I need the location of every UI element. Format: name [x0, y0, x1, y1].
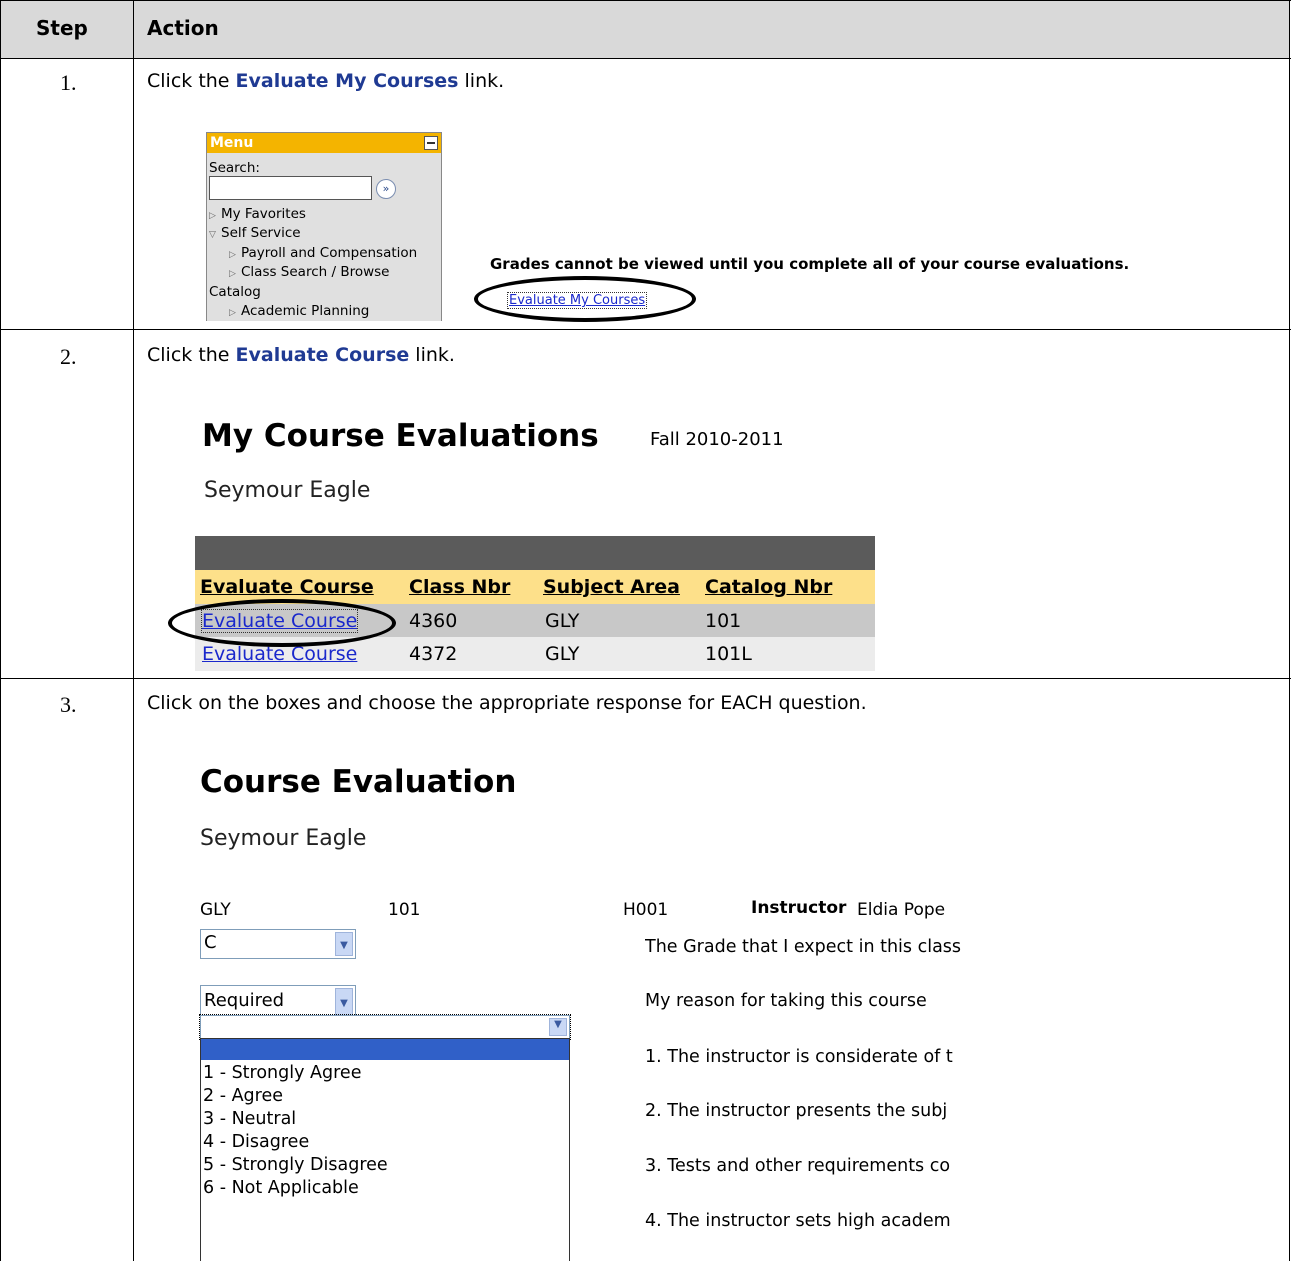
- menu-panel: Menu Search: » ▷ My Favorites ▽ Self Servi…: [206, 132, 442, 321]
- page-title: Course Evaluation: [200, 764, 517, 800]
- reason-select[interactable]: Required ▼: [200, 985, 356, 1019]
- triangle-right-icon: ▷: [209, 211, 216, 221]
- go-icon[interactable]: »: [376, 179, 396, 199]
- student-name: Seymour Eagle: [200, 826, 367, 851]
- menu-item-catalog[interactable]: Catalog: [209, 284, 261, 300]
- catalog-nbr: 101: [705, 610, 742, 632]
- chevron-down-icon[interactable]: ▼: [549, 1018, 567, 1036]
- menu-title-bar: Menu: [207, 133, 441, 153]
- subject-area: GLY: [545, 643, 580, 665]
- action-column-header: Action: [147, 16, 219, 40]
- triangle-right-icon: ▷: [229, 250, 236, 260]
- triangle-down-icon: ▽: [209, 230, 216, 240]
- column-header[interactable]: Subject Area: [543, 576, 680, 598]
- grade-select[interactable]: C ▼: [200, 929, 356, 959]
- dropdown-item-blank[interactable]: [201, 1039, 569, 1060]
- question-label: 4. The instructor sets high academ: [645, 1211, 951, 1231]
- link-name: Evaluate My Courses: [235, 70, 459, 92]
- table-row-divider: [0, 58, 1291, 59]
- search-label: Search:: [209, 160, 260, 176]
- subject-value: GLY: [200, 900, 231, 920]
- chevron-down-icon[interactable]: ▼: [335, 932, 353, 956]
- section-value: H001: [623, 900, 669, 920]
- triangle-right-icon: ▷: [229, 308, 236, 318]
- menu-item-self-service[interactable]: ▽ Self Service: [209, 225, 301, 243]
- table-column-divider: [133, 0, 134, 1261]
- menu-title: Menu: [210, 135, 254, 151]
- dropdown-item[interactable]: 3 - Neutral: [201, 1108, 569, 1131]
- dropdown-list: 1 - Strongly Agree 2 - Agree 3 - Neutral…: [200, 1038, 570, 1261]
- dropdown-item[interactable]: 1 - Strongly Agree: [201, 1062, 569, 1085]
- menu-item-payroll[interactable]: ▷ Payroll and Compensation: [229, 245, 417, 263]
- highlight-ellipse: [168, 599, 396, 647]
- column-header[interactable]: Class Nbr: [409, 576, 510, 598]
- dropdown-item[interactable]: 2 - Agree: [201, 1085, 569, 1108]
- table-row-divider: [0, 329, 1291, 330]
- menu-item-academic-planning[interactable]: ▷ Academic Planning: [229, 303, 369, 321]
- triangle-right-icon: ▷: [229, 269, 236, 279]
- question-label: 2. The instructor presents the subj: [645, 1101, 948, 1121]
- menu-item-my-favorites[interactable]: ▷ My Favorites: [209, 206, 306, 224]
- class-nbr: 4360: [409, 610, 458, 632]
- step-instruction: Click on the boxes and choose the approp…: [147, 692, 867, 714]
- step-number: 1.: [60, 70, 77, 95]
- catalog-value: 101: [388, 900, 421, 920]
- catalog-nbr: 101L: [705, 643, 752, 665]
- response-select[interactable]: ▼: [199, 1014, 571, 1040]
- table-border-right: [1289, 0, 1290, 1261]
- instructor-label: Instructor: [751, 898, 847, 918]
- column-header[interactable]: Catalog Nbr: [705, 576, 832, 598]
- step-column-header: Step: [36, 16, 88, 40]
- table-title-bar: [195, 536, 875, 570]
- link-name: Evaluate Course: [235, 344, 410, 366]
- instructor-name: Eldia Pope: [857, 900, 946, 920]
- term-label: Fall 2010-2011: [650, 429, 784, 450]
- dropdown-item[interactable]: 5 - Strongly Disagree: [201, 1154, 569, 1177]
- step-instruction: Click the Evaluate My Courses link.: [147, 70, 505, 92]
- table-border-top: [0, 0, 1291, 1]
- search-input[interactable]: [209, 176, 372, 200]
- menu-item-class-search[interactable]: ▷ Class Search / Browse: [229, 264, 389, 282]
- dropdown-item[interactable]: 6 - Not Applicable: [201, 1177, 569, 1200]
- question-label: 3. Tests and other requirements co: [645, 1156, 951, 1176]
- highlight-ellipse: [474, 276, 696, 322]
- grades-message: Grades cannot be viewed until you comple…: [490, 255, 1130, 273]
- column-header[interactable]: Evaluate Course: [200, 576, 374, 598]
- grade-question: The Grade that I expect in this class: [645, 937, 962, 957]
- question-label: 1. The instructor is considerate of t: [645, 1047, 953, 1067]
- class-nbr: 4372: [409, 643, 458, 665]
- subject-area: GLY: [545, 610, 580, 632]
- table-row-divider: [0, 678, 1291, 679]
- page-title: My Course Evaluations: [202, 418, 599, 454]
- student-name: Seymour Eagle: [204, 478, 371, 503]
- table-border-left: [0, 0, 1, 1261]
- step-number: 3.: [60, 692, 77, 717]
- chevron-down-icon[interactable]: ▼: [335, 988, 353, 1016]
- step-instruction: Click the Evaluate Course link.: [147, 344, 455, 366]
- instruction-table: Step Action 1. Click the Evaluate My Cou…: [0, 0, 1291, 1261]
- dropdown-item[interactable]: 4 - Disagree: [201, 1131, 569, 1154]
- reason-question: My reason for taking this course: [645, 991, 927, 1011]
- step-number: 2.: [60, 344, 77, 369]
- collapse-icon[interactable]: [424, 136, 438, 150]
